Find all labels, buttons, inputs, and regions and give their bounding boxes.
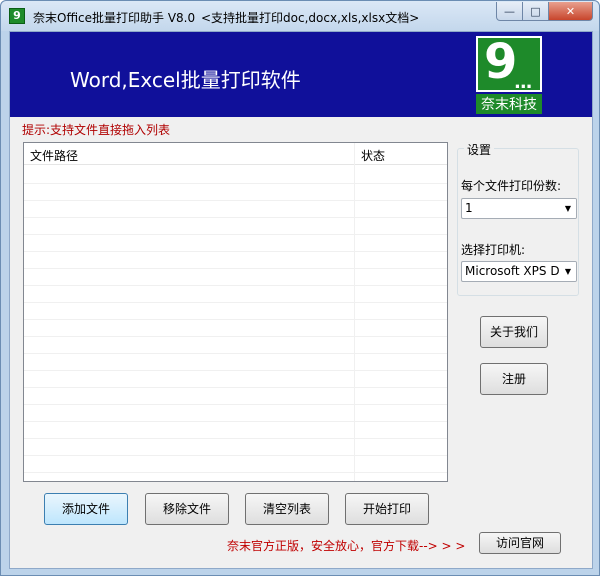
list-gridline	[24, 438, 447, 439]
title-bar[interactable]: 9 奈末Office批量打印助手 V8.0 <支持批量打印doc,docx,xl…	[1, 1, 599, 31]
banner-title: Word,Excel批量打印软件	[70, 68, 301, 92]
register-button[interactable]: 注册	[480, 363, 548, 395]
logo-glyph: 9	[484, 34, 518, 90]
visit-site-button[interactable]: 访问官网	[479, 532, 561, 554]
client-area: Word,Excel批量打印软件 9 ... 奈末科技 提示:支持文件直接拖入列…	[9, 31, 593, 569]
copies-select[interactable]: 1 ▼	[461, 198, 577, 219]
logo-dots: ...	[514, 72, 532, 93]
list-gridline	[24, 353, 447, 354]
list-gridline	[24, 268, 447, 269]
list-gridline	[24, 234, 447, 235]
copies-value: 1	[465, 201, 473, 215]
settings-group-title: 设置	[464, 141, 495, 158]
printer-select[interactable]: Microsoft XPS Doc ▼	[461, 261, 577, 282]
window-controls: — □ ✕	[496, 2, 593, 21]
app-icon: 9	[9, 8, 25, 24]
column-header-status[interactable]: 状态	[361, 147, 385, 164]
maximize-icon: □	[530, 4, 541, 18]
list-gridline	[24, 251, 447, 252]
banner: Word,Excel批量打印软件 9 ... 奈末科技	[10, 32, 592, 117]
maximize-button[interactable]: □	[523, 2, 549, 21]
column-header-path[interactable]: 文件路径	[30, 147, 78, 164]
logo-text: 奈末科技	[476, 94, 542, 114]
minimize-icon: —	[504, 4, 515, 18]
column-separator	[354, 143, 355, 481]
company-logo: 9 ... 奈末科技	[476, 34, 542, 114]
list-gridline	[24, 183, 447, 184]
file-list-header: 文件路径 状态	[24, 143, 447, 165]
chevron-down-icon[interactable]: ▼	[560, 262, 576, 281]
list-gridline	[24, 404, 447, 405]
start-print-button[interactable]: 开始打印	[345, 493, 429, 525]
list-gridline	[24, 336, 447, 337]
list-gridline	[24, 217, 447, 218]
chevron-down-icon[interactable]: ▼	[560, 199, 576, 218]
minimize-button[interactable]: —	[496, 2, 523, 21]
promo-text: 奈末官方正版，安全放心，官方下载--> > >	[227, 539, 466, 553]
list-gridline	[24, 285, 447, 286]
list-gridline	[24, 200, 447, 201]
list-gridline	[24, 472, 447, 473]
list-gridline	[24, 455, 447, 456]
window-title: 奈末Office批量打印助手 V8.0	[33, 11, 196, 25]
list-gridline	[24, 302, 447, 303]
add-file-button[interactable]: 添加文件	[44, 493, 128, 525]
app-window: 9 奈末Office批量打印助手 V8.0 <支持批量打印doc,docx,xl…	[0, 0, 600, 576]
clear-list-button[interactable]: 清空列表	[245, 493, 329, 525]
list-gridline	[24, 370, 447, 371]
close-icon: ✕	[565, 4, 576, 18]
window-subtitle: <支持批量打印doc,docx,xls,xlsx文档>	[201, 11, 420, 25]
copies-label: 每个文件打印份数:	[461, 179, 562, 193]
printer-label: 选择打印机:	[461, 243, 526, 257]
list-gridline	[24, 421, 447, 422]
file-list[interactable]: 文件路径 状态	[23, 142, 448, 482]
list-gridline	[24, 319, 447, 320]
printer-value: Microsoft XPS Doc	[465, 264, 574, 278]
close-button[interactable]: ✕	[549, 2, 593, 21]
about-button[interactable]: 关于我们	[480, 316, 548, 348]
logo-box: 9 ...	[476, 34, 542, 93]
drag-hint: 提示:支持文件直接拖入列表	[22, 123, 171, 137]
list-gridline	[24, 387, 447, 388]
remove-file-button[interactable]: 移除文件	[145, 493, 229, 525]
